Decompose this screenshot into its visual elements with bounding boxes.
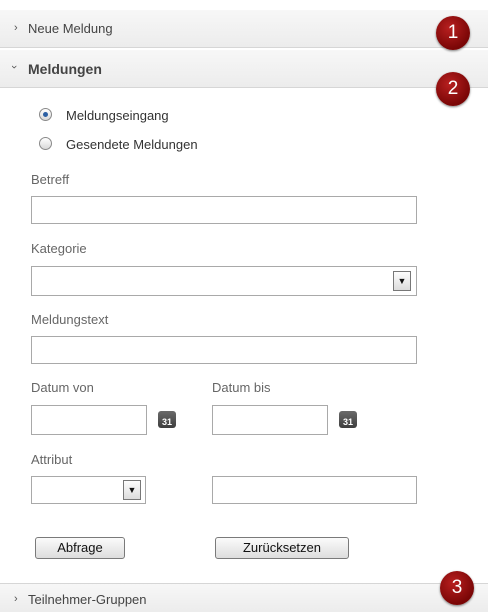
calendar-icon-day: 31 — [342, 417, 353, 427]
radio-label-meldungseingang: Meldungseingang — [66, 108, 169, 123]
section-header-teilnehmer-gruppen[interactable]: › Teilnehmer-Gruppen — [0, 583, 488, 612]
section-header-neue-meldung[interactable]: › Neue Meldung — [0, 10, 488, 48]
datum-von-label: Datum von — [31, 380, 94, 395]
section-title: Meldungen — [28, 61, 102, 77]
section-title: Neue Meldung — [28, 21, 113, 36]
section-header-meldungen[interactable]: › Meldungen — [0, 50, 488, 88]
meldungstext-input[interactable] — [31, 336, 417, 364]
radio-meldungseingang[interactable] — [39, 108, 52, 121]
chevron-down-icon: › — [7, 65, 20, 69]
radio-gesendete-meldungen[interactable] — [39, 137, 52, 150]
attribut-value-input[interactable] — [212, 476, 417, 504]
step-badge-2: 2 — [436, 72, 470, 106]
chevron-right-icon: › — [14, 22, 18, 34]
calendar-icon[interactable]: 31 — [158, 411, 176, 428]
dropdown-arrow-icon: ▼ — [393, 271, 411, 291]
step-badge-3: 3 — [440, 571, 474, 605]
kategorie-select[interactable]: ▼ — [31, 266, 417, 296]
radio-selected-dot — [43, 112, 48, 117]
calendar-icon[interactable]: 31 — [339, 411, 357, 428]
betreff-input[interactable] — [31, 196, 417, 224]
datum-von-input[interactable] — [31, 405, 147, 435]
datum-bis-label: Datum bis — [212, 380, 271, 395]
betreff-label: Betreff — [31, 172, 70, 187]
zuruecksetzen-button[interactable]: Zurücksetzen — [215, 537, 349, 559]
step-badge-1: 1 — [436, 16, 470, 50]
dropdown-arrow-icon: ▼ — [123, 480, 141, 500]
meldungstext-label: Meldungstext — [31, 312, 109, 327]
abfrage-button[interactable]: Abfrage — [35, 537, 125, 559]
attribut-label: Attribut — [31, 452, 73, 467]
radio-label-gesendete-meldungen: Gesendete Meldungen — [66, 137, 198, 152]
chevron-right-icon: › — [14, 593, 18, 605]
datum-bis-input[interactable] — [212, 405, 328, 435]
attribut-select[interactable]: ▼ — [31, 476, 146, 504]
calendar-icon-day: 31 — [161, 417, 172, 427]
section-title: Teilnehmer-Gruppen — [28, 592, 147, 607]
kategorie-label: Kategorie — [31, 241, 87, 256]
